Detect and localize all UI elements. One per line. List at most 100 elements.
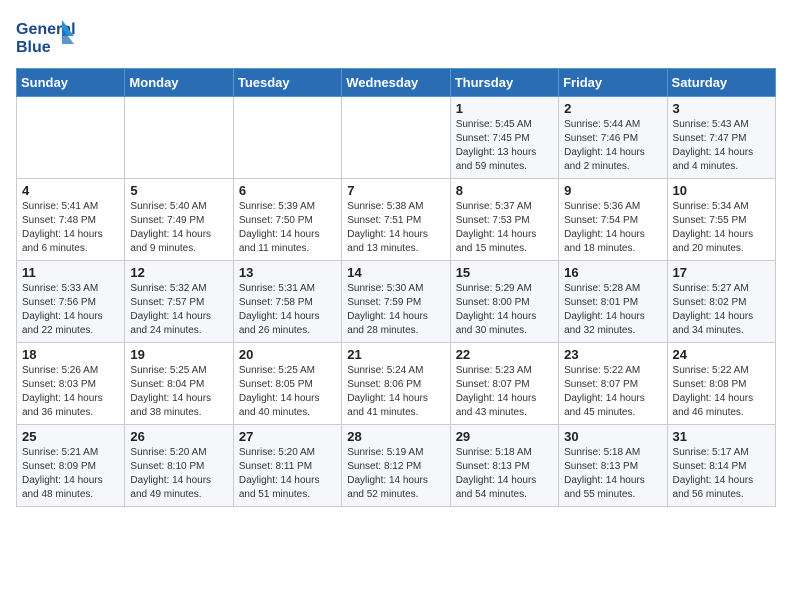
svg-text:Blue: Blue xyxy=(16,39,51,56)
calendar-cell: 20 Sunrise: 5:25 AM Sunset: 8:05 PM Dayli… xyxy=(233,343,341,425)
calendar-cell: 18 Sunrise: 5:26 AM Sunset: 8:03 PM Dayli… xyxy=(17,343,125,425)
weekday-header-row: SundayMondayTuesdayWednesdayThursdayFrid… xyxy=(17,69,776,97)
calendar-cell: 31 Sunrise: 5:17 AM Sunset: 8:14 PM Dayli… xyxy=(667,425,775,507)
calendar-cell xyxy=(17,97,125,179)
day-number: 10 xyxy=(673,183,770,198)
day-detail: Sunrise: 5:25 AM Sunset: 8:05 PM Dayligh… xyxy=(239,364,336,420)
weekday-header-friday: Friday xyxy=(559,69,667,97)
logo-svg: GeneralBlue xyxy=(16,16,76,58)
day-detail: Sunrise: 5:18 AM Sunset: 8:13 PM Dayligh… xyxy=(564,446,661,502)
week-row-3: 18 Sunrise: 5:26 AM Sunset: 8:03 PM Dayli… xyxy=(17,343,776,425)
calendar-cell: 16Sunrise: 5:28 AM Sunset: 8:01 PM Dayli… xyxy=(559,261,667,343)
day-number: 23 xyxy=(564,347,661,362)
weekday-header-monday: Monday xyxy=(125,69,233,97)
day-detail: Sunrise: 5:33 AM Sunset: 7:56 PM Dayligh… xyxy=(22,282,119,338)
day-number: 9 xyxy=(564,183,661,198)
calendar-cell xyxy=(342,97,450,179)
day-detail: Sunrise: 5:32 AM Sunset: 7:57 PM Dayligh… xyxy=(130,282,227,338)
day-detail: Sunrise: 5:26 AM Sunset: 8:03 PM Dayligh… xyxy=(22,364,119,420)
calendar-cell: 29 Sunrise: 5:18 AM Sunset: 8:13 PM Dayli… xyxy=(450,425,558,507)
calendar-cell: 27 Sunrise: 5:20 AM Sunset: 8:11 PM Dayli… xyxy=(233,425,341,507)
week-row-0: 1 Sunrise: 5:45 AM Sunset: 7:45 PM Daylig… xyxy=(17,97,776,179)
calendar-cell: 7 Sunrise: 5:38 AM Sunset: 7:51 PM Daylig… xyxy=(342,179,450,261)
day-detail: Sunrise: 5:40 AM Sunset: 7:49 PM Dayligh… xyxy=(130,200,227,256)
day-number: 19 xyxy=(130,347,227,362)
calendar-cell: 19 Sunrise: 5:25 AM Sunset: 8:04 PM Dayli… xyxy=(125,343,233,425)
day-number: 1 xyxy=(456,101,553,116)
day-detail: Sunrise: 5:44 AM Sunset: 7:46 PM Dayligh… xyxy=(564,118,661,174)
day-number: 30 xyxy=(564,429,661,444)
day-detail: Sunrise: 5:23 AM Sunset: 8:07 PM Dayligh… xyxy=(456,364,553,420)
day-number: 14 xyxy=(347,265,444,280)
day-number: 18 xyxy=(22,347,119,362)
logo: GeneralBlue xyxy=(16,16,76,58)
day-detail: Sunrise: 5:30 AM Sunset: 7:59 PM Dayligh… xyxy=(347,282,444,338)
calendar-cell: 14 Sunrise: 5:30 AM Sunset: 7:59 PM Dayli… xyxy=(342,261,450,343)
day-detail: Sunrise: 5:18 AM Sunset: 8:13 PM Dayligh… xyxy=(456,446,553,502)
calendar-cell: 26 Sunrise: 5:20 AM Sunset: 8:10 PM Dayli… xyxy=(125,425,233,507)
week-row-2: 11 Sunrise: 5:33 AM Sunset: 7:56 PM Dayli… xyxy=(17,261,776,343)
calendar-cell: 5 Sunrise: 5:40 AM Sunset: 7:49 PM Daylig… xyxy=(125,179,233,261)
calendar-cell: 12 Sunrise: 5:32 AM Sunset: 7:57 PM Dayli… xyxy=(125,261,233,343)
weekday-header-saturday: Saturday xyxy=(667,69,775,97)
calendar-cell: 17 Sunrise: 5:27 AM Sunset: 8:02 PM Dayli… xyxy=(667,261,775,343)
day-detail: Sunrise: 5:20 AM Sunset: 8:10 PM Dayligh… xyxy=(130,446,227,502)
day-number: 8 xyxy=(456,183,553,198)
calendar-cell xyxy=(233,97,341,179)
day-number: 29 xyxy=(456,429,553,444)
weekday-header-thursday: Thursday xyxy=(450,69,558,97)
day-detail: Sunrise: 5:34 AM Sunset: 7:55 PM Dayligh… xyxy=(673,200,770,256)
day-detail: Sunrise: 5:37 AM Sunset: 7:53 PM Dayligh… xyxy=(456,200,553,256)
calendar-cell: 25 Sunrise: 5:21 AM Sunset: 8:09 PM Dayli… xyxy=(17,425,125,507)
day-number: 28 xyxy=(347,429,444,444)
day-detail: Sunrise: 5:45 AM Sunset: 7:45 PM Dayligh… xyxy=(456,118,553,174)
calendar-cell: 21Sunrise: 5:24 AM Sunset: 8:06 PM Dayli… xyxy=(342,343,450,425)
day-number: 20 xyxy=(239,347,336,362)
calendar-cell: 1 Sunrise: 5:45 AM Sunset: 7:45 PM Daylig… xyxy=(450,97,558,179)
day-detail: Sunrise: 5:38 AM Sunset: 7:51 PM Dayligh… xyxy=(347,200,444,256)
day-detail: Sunrise: 5:22 AM Sunset: 8:08 PM Dayligh… xyxy=(673,364,770,420)
day-detail: Sunrise: 5:21 AM Sunset: 8:09 PM Dayligh… xyxy=(22,446,119,502)
day-detail: Sunrise: 5:31 AM Sunset: 7:58 PM Dayligh… xyxy=(239,282,336,338)
day-number: 25 xyxy=(22,429,119,444)
calendar-cell: 13Sunrise: 5:31 AM Sunset: 7:58 PM Dayli… xyxy=(233,261,341,343)
calendar-cell: 24Sunrise: 5:22 AM Sunset: 8:08 PM Dayli… xyxy=(667,343,775,425)
day-detail: Sunrise: 5:27 AM Sunset: 8:02 PM Dayligh… xyxy=(673,282,770,338)
day-detail: Sunrise: 5:29 AM Sunset: 8:00 PM Dayligh… xyxy=(456,282,553,338)
day-detail: Sunrise: 5:24 AM Sunset: 8:06 PM Dayligh… xyxy=(347,364,444,420)
day-number: 15 xyxy=(456,265,553,280)
calendar-cell: 30 Sunrise: 5:18 AM Sunset: 8:13 PM Dayli… xyxy=(559,425,667,507)
day-number: 5 xyxy=(130,183,227,198)
calendar-cell: 23 Sunrise: 5:22 AM Sunset: 8:07 PM Dayli… xyxy=(559,343,667,425)
day-number: 12 xyxy=(130,265,227,280)
day-detail: Sunrise: 5:28 AM Sunset: 8:01 PM Dayligh… xyxy=(564,282,661,338)
day-number: 6 xyxy=(239,183,336,198)
day-detail: Sunrise: 5:22 AM Sunset: 8:07 PM Dayligh… xyxy=(564,364,661,420)
calendar-cell: 4Sunrise: 5:41 AM Sunset: 7:48 PM Daylig… xyxy=(17,179,125,261)
calendar-cell: 10 Sunrise: 5:34 AM Sunset: 7:55 PM Dayli… xyxy=(667,179,775,261)
weekday-header-tuesday: Tuesday xyxy=(233,69,341,97)
day-number: 27 xyxy=(239,429,336,444)
calendar-cell: 6 Sunrise: 5:39 AM Sunset: 7:50 PM Daylig… xyxy=(233,179,341,261)
day-detail: Sunrise: 5:20 AM Sunset: 8:11 PM Dayligh… xyxy=(239,446,336,502)
day-number: 26 xyxy=(130,429,227,444)
calendar-cell: 15 Sunrise: 5:29 AM Sunset: 8:00 PM Dayli… xyxy=(450,261,558,343)
day-number: 2 xyxy=(564,101,661,116)
day-number: 31 xyxy=(673,429,770,444)
day-number: 11 xyxy=(22,265,119,280)
calendar-cell: 3Sunrise: 5:43 AM Sunset: 7:47 PM Daylig… xyxy=(667,97,775,179)
day-number: 22 xyxy=(456,347,553,362)
day-detail: Sunrise: 5:43 AM Sunset: 7:47 PM Dayligh… xyxy=(673,118,770,174)
calendar-cell xyxy=(125,97,233,179)
day-detail: Sunrise: 5:25 AM Sunset: 8:04 PM Dayligh… xyxy=(130,364,227,420)
calendar-cell: 28 Sunrise: 5:19 AM Sunset: 8:12 PM Dayli… xyxy=(342,425,450,507)
week-row-4: 25 Sunrise: 5:21 AM Sunset: 8:09 PM Dayli… xyxy=(17,425,776,507)
day-detail: Sunrise: 5:19 AM Sunset: 8:12 PM Dayligh… xyxy=(347,446,444,502)
week-row-1: 4Sunrise: 5:41 AM Sunset: 7:48 PM Daylig… xyxy=(17,179,776,261)
day-detail: Sunrise: 5:41 AM Sunset: 7:48 PM Dayligh… xyxy=(22,200,119,256)
day-detail: Sunrise: 5:39 AM Sunset: 7:50 PM Dayligh… xyxy=(239,200,336,256)
weekday-header-sunday: Sunday xyxy=(17,69,125,97)
day-number: 17 xyxy=(673,265,770,280)
day-detail: Sunrise: 5:17 AM Sunset: 8:14 PM Dayligh… xyxy=(673,446,770,502)
day-number: 7 xyxy=(347,183,444,198)
